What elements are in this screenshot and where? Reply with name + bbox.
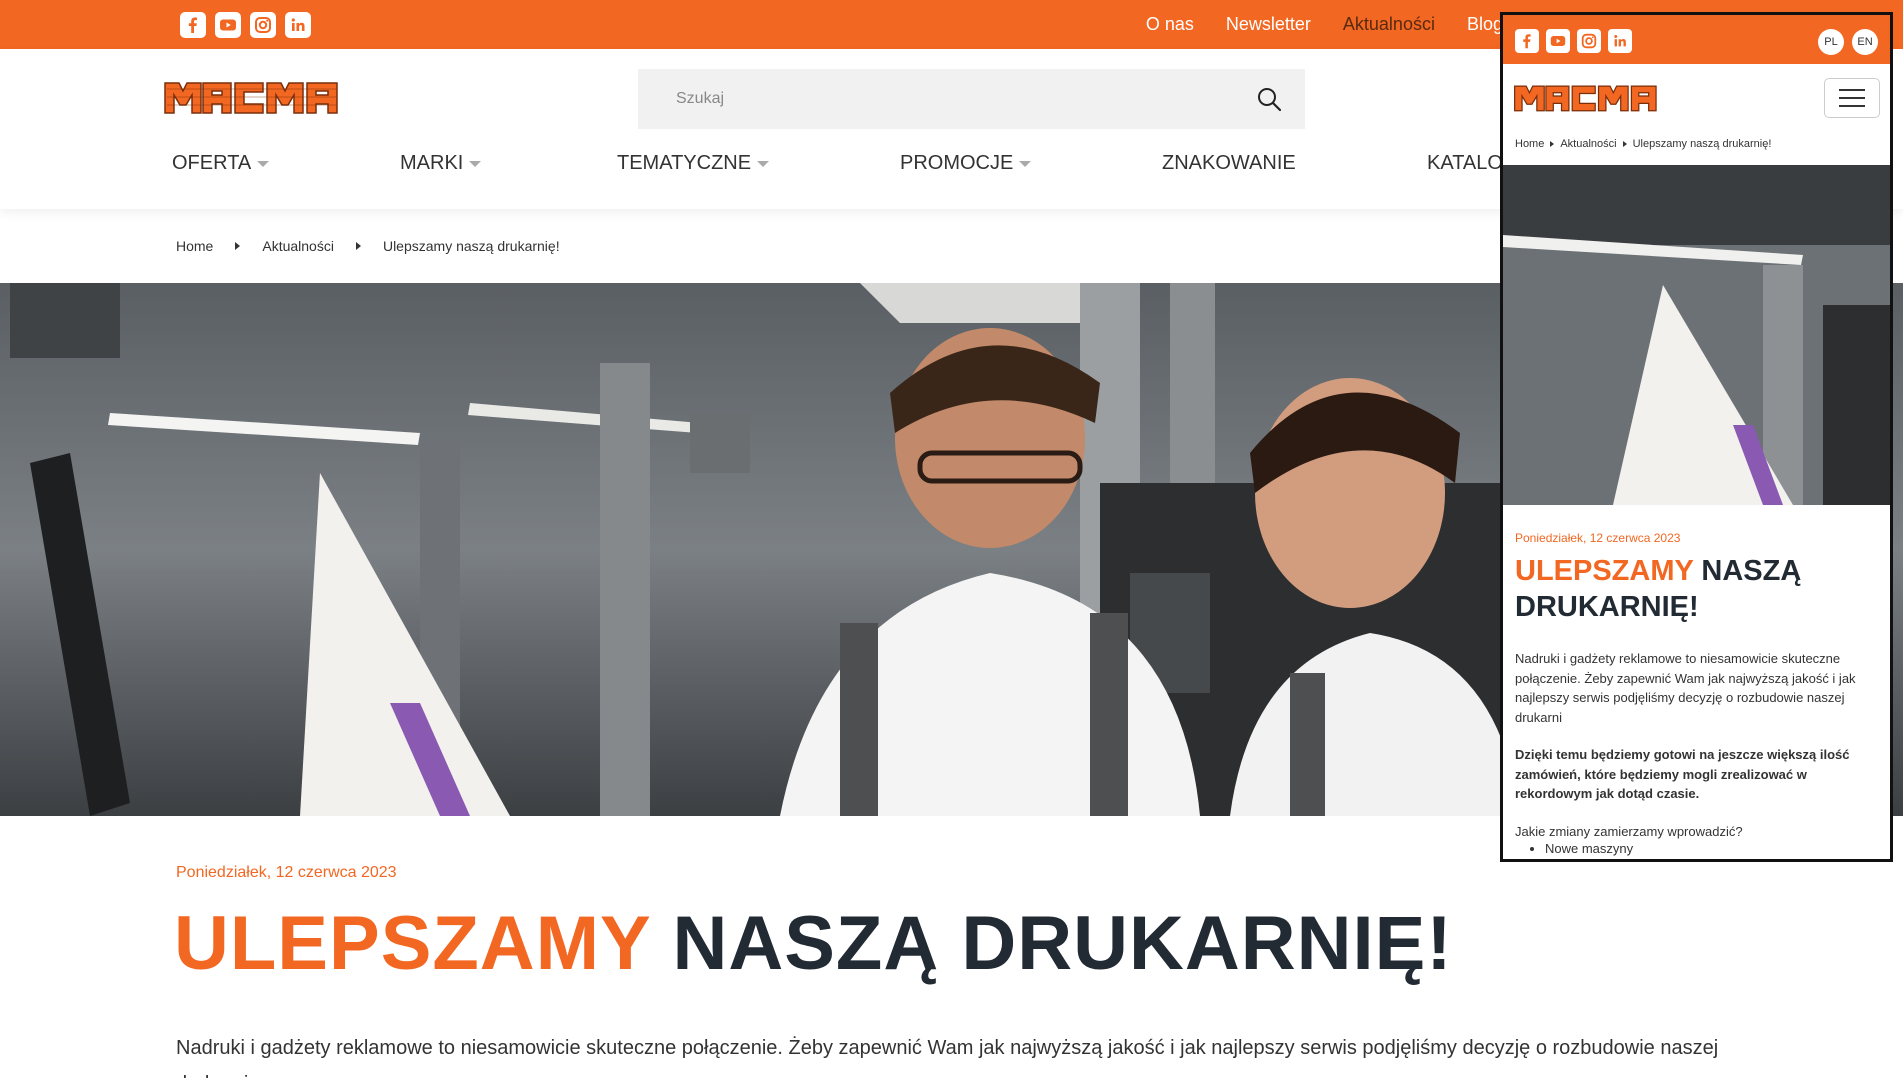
- topnav-blog-link[interactable]: Blog: [1467, 14, 1503, 35]
- mobile-question: Jakie zmiany zamierzamy wprowadzić?: [1515, 824, 1743, 839]
- chevron-down-icon: [1019, 160, 1032, 167]
- mainnav-offer[interactable]: OFERTA: [172, 152, 270, 175]
- youtube-icon[interactable]: [1546, 29, 1570, 53]
- article-lead: Nadruki i gadżety reklamowe to niesamowi…: [176, 1037, 1719, 1078]
- mobile-article-date: Poniedziałek, 12 czerwca 2023: [1515, 531, 1681, 545]
- breadcrumb-current: Ulepszamy naszą drukarnię!: [1632, 138, 1772, 150]
- title-accent: ULEPSZAMY: [1515, 555, 1694, 587]
- mobile-breadcrumb: Home Aktualności Ulepszamy naszą drukarn…: [1515, 138, 1771, 150]
- chevron-down-icon: [757, 160, 770, 167]
- linkedin-icon[interactable]: [1608, 29, 1632, 53]
- chevron-down-icon: [257, 160, 270, 167]
- linkedin-icon[interactable]: [285, 12, 311, 38]
- breadcrumb: Home Aktualności Ulepszamy naszą drukarn…: [176, 238, 560, 254]
- topnav-newsletter-link[interactable]: Newsletter: [1226, 14, 1311, 35]
- mainnav-catalogs[interactable]: KATALO: [1427, 152, 1503, 175]
- article-date: Poniedziałek, 12 czerwca 2023: [176, 864, 397, 881]
- mainnav-promotions[interactable]: PROMOCJE: [900, 152, 1032, 175]
- chevron-right-icon: [355, 242, 361, 250]
- search-icon[interactable]: [1255, 85, 1283, 113]
- mobile-hero-image: [1503, 165, 1890, 505]
- top-navigation: O nas Newsletter Aktualności Blog: [1146, 0, 1503, 49]
- chevron-down-icon: [469, 160, 482, 167]
- breadcrumb-home[interactable]: Home: [1515, 138, 1544, 150]
- mobile-changes-list: Nowe maszyny: [1545, 841, 1633, 856]
- mainnav-brands[interactable]: MARKI: [400, 152, 482, 175]
- topnav-news-link[interactable]: Aktualności: [1343, 14, 1435, 35]
- title-accent: ULEPSZAMY: [174, 901, 651, 986]
- hamburger-menu-button[interactable]: [1824, 78, 1880, 118]
- mainnav-thematic[interactable]: TEMATYCZNE: [617, 152, 770, 175]
- language-switcher: PL EN: [1818, 29, 1878, 55]
- search-input[interactable]: [638, 69, 1305, 129]
- mobile-bold-paragraph: Dzięki temu będziemy gotowi na jeszcze w…: [1515, 747, 1850, 801]
- chevron-right-icon: [235, 242, 241, 250]
- topnav-about-link[interactable]: O nas: [1146, 14, 1194, 35]
- mobile-social-links: [1515, 29, 1632, 53]
- instagram-icon[interactable]: [1577, 29, 1601, 53]
- breadcrumb-news[interactable]: Aktualności: [262, 238, 334, 254]
- breadcrumb-home[interactable]: Home: [176, 238, 213, 254]
- mobile-article-lead: Nadruki i gadżety reklamowe to niesamowi…: [1515, 651, 1856, 725]
- youtube-icon[interactable]: [215, 12, 241, 38]
- facebook-icon[interactable]: [180, 12, 206, 38]
- search-box: [638, 69, 1305, 129]
- breadcrumb-news[interactable]: Aktualności: [1560, 138, 1616, 150]
- macma-logo[interactable]: [163, 75, 343, 120]
- mobile-header: [1503, 64, 1890, 128]
- facebook-icon[interactable]: [1515, 29, 1539, 53]
- breadcrumb-current: Ulepszamy naszą drukarnię!: [382, 238, 560, 254]
- lang-pl-button[interactable]: PL: [1818, 29, 1844, 55]
- chevron-right-icon: [1622, 141, 1627, 147]
- mainnav-marking[interactable]: ZNAKOWANIE: [1162, 152, 1296, 175]
- instagram-icon[interactable]: [250, 12, 276, 38]
- mobile-article-title: ULEPSZAMY NASZĄ DRUKARNIĘ!: [1515, 553, 1875, 625]
- mobile-top-bar: PL EN: [1503, 15, 1890, 64]
- lang-en-button[interactable]: EN: [1852, 29, 1878, 55]
- macma-logo[interactable]: [1513, 78, 1661, 119]
- social-links: [180, 12, 311, 38]
- title-rest: NASZĄ DRUKARNIĘ!: [672, 901, 1453, 986]
- chevron-right-icon: [1550, 141, 1555, 147]
- page: O nas Newsletter Aktualności Blog Szukaj…: [0, 0, 1903, 1078]
- list-item: Nowe maszyny: [1545, 841, 1633, 856]
- mobile-preview: PL EN Home Aktualności Ulepszamy naszą d…: [1500, 12, 1893, 862]
- article-title: ULEPSZAMY NASZĄ DRUKARNIĘ!: [174, 900, 1453, 987]
